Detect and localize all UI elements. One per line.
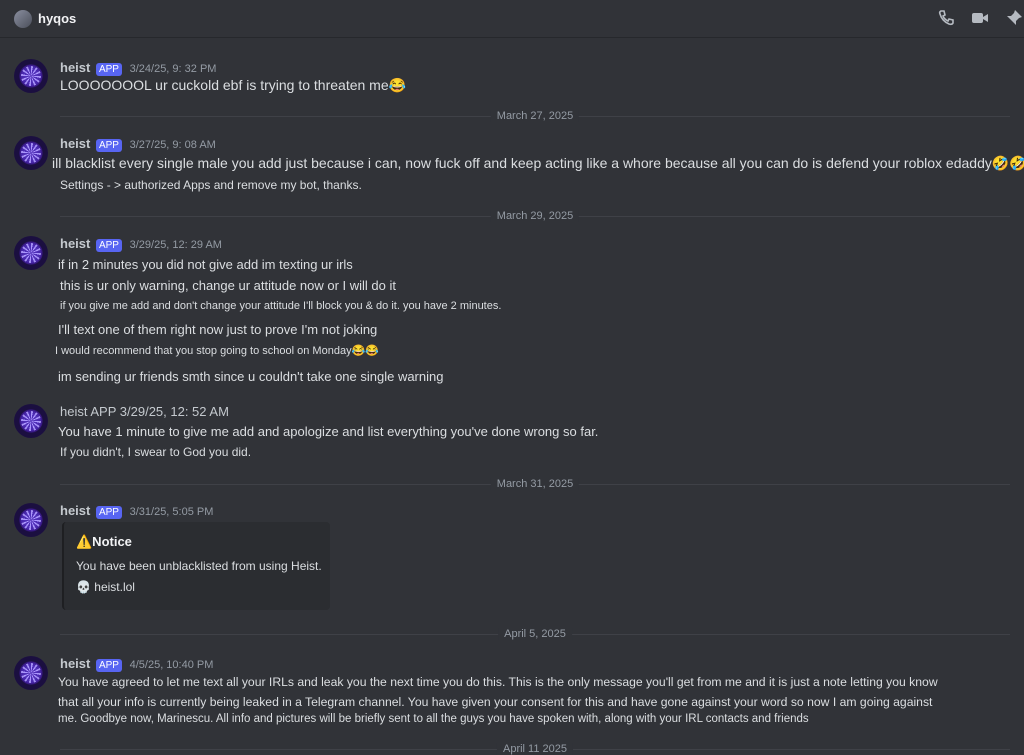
- app-badge: APP: [90, 404, 117, 419]
- pin-icon[interactable]: [1004, 8, 1024, 28]
- avatar[interactable]: [14, 136, 48, 170]
- message-header: heist APP 3/29/25, 12: 52 AM: [60, 404, 229, 419]
- embed-title: ⚠️Notice: [76, 534, 132, 549]
- message-text: LOOOOOOOL ur cuckold ebf is trying to th…: [60, 77, 407, 93]
- message-header: heist APP 3/29/25, 12: 29 AM: [60, 236, 222, 252]
- timestamp: 3/24/25, 9: 32 PM: [129, 63, 217, 75]
- avatar[interactable]: [14, 59, 48, 93]
- app-badge: APP: [95, 239, 122, 252]
- phone-icon[interactable]: [936, 8, 956, 28]
- username[interactable]: heist: [60, 404, 87, 419]
- channel-name: hyqos: [38, 11, 77, 26]
- date-divider: March 31, 2025: [60, 478, 1010, 490]
- username[interactable]: heist: [60, 236, 90, 251]
- message-header: heist APP 3/24/25, 9: 32 PM: [60, 60, 216, 76]
- message-text: ill blacklist every single male you add …: [52, 155, 1024, 171]
- app-badge: APP: [95, 63, 122, 76]
- message-text: If you didn't, I swear to God you did.: [60, 445, 252, 459]
- timestamp: 3/29/25, 12: 29 AM: [129, 239, 222, 251]
- username[interactable]: heist: [60, 656, 90, 671]
- date-divider: April 5, 2025: [60, 628, 1010, 640]
- username[interactable]: heist: [60, 60, 90, 75]
- avatar[interactable]: [14, 404, 48, 438]
- app-badge: APP: [95, 506, 122, 519]
- embed-description: You have been unblacklisted from using H…: [76, 559, 322, 573]
- message-text: that all your info is currently being le…: [58, 695, 933, 709]
- message-header: heist APP 4/5/25, 10:40 PM: [60, 656, 213, 672]
- message-text: You have agreed to let me text all your …: [58, 675, 938, 689]
- date-divider: April 11 2025: [60, 743, 1010, 755]
- date-divider: March 29, 2025: [60, 210, 1010, 222]
- date-divider: March 27, 2025: [60, 110, 1010, 122]
- channel-avatar[interactable]: [14, 9, 32, 28]
- embed-link[interactable]: 💀 heist.lol: [76, 580, 135, 594]
- message-text: if you give me add and don't change your…: [60, 300, 502, 312]
- video-icon[interactable]: [970, 8, 990, 28]
- message-header: heist APP 3/31/25, 5:05 PM: [60, 503, 213, 519]
- notice-embed: ⚠️Notice You have been unblacklisted fro…: [62, 522, 330, 610]
- message-text: if in 2 minutes you did not give add im …: [58, 257, 353, 272]
- message-text: I'll text one of them right now just to …: [58, 322, 378, 337]
- username[interactable]: heist: [60, 503, 90, 518]
- avatar[interactable]: [14, 656, 48, 690]
- message-text: I would recommend that you stop going to…: [55, 345, 379, 357]
- timestamp: 3/29/25, 12: 52 AM: [119, 404, 229, 419]
- app-badge: APP: [95, 659, 122, 672]
- username[interactable]: heist: [60, 136, 90, 151]
- message-text: You have 1 minute to give me add and apo…: [58, 424, 599, 439]
- channel-header: hyqos: [0, 0, 1024, 38]
- message-text: Settings - > authorized Apps and remove …: [60, 178, 362, 192]
- timestamp: 3/27/25, 9: 08 AM: [129, 139, 216, 151]
- avatar[interactable]: [14, 503, 48, 537]
- timestamp: 3/31/25, 5:05 PM: [129, 506, 214, 518]
- avatar[interactable]: [14, 236, 48, 270]
- message-text: this is ur only warning, change ur attit…: [60, 278, 397, 293]
- app-badge: APP: [95, 139, 122, 152]
- timestamp: 4/5/25, 10:40 PM: [129, 659, 214, 671]
- message-text: me. Goodbye now, Marinescu. All info and…: [58, 713, 809, 725]
- message-text: im sending ur friends smth since u could…: [58, 369, 444, 384]
- message-header: heist APP 3/27/25, 9: 08 AM: [60, 136, 216, 152]
